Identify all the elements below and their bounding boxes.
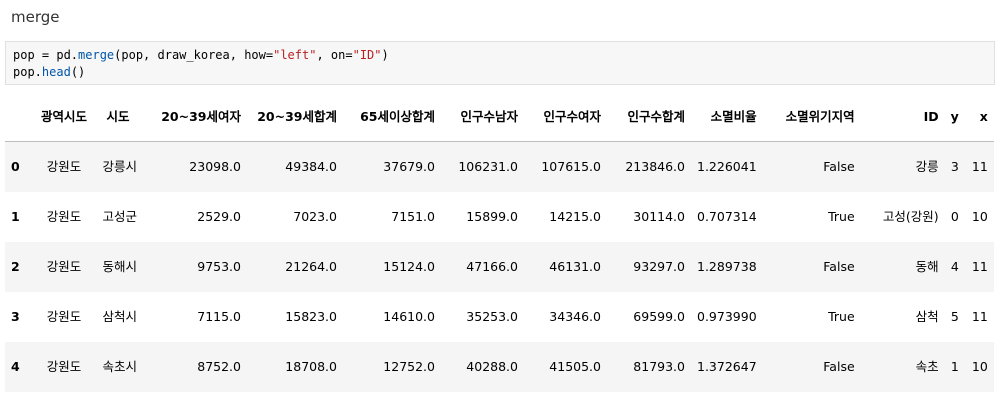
table-cell: 93297.0	[633, 259, 685, 274]
table-cell: 11	[971, 259, 988, 274]
table-cell: 37679.0	[383, 159, 435, 174]
table-cell: 4	[950, 259, 959, 274]
table-cell: 12752.0	[383, 359, 435, 374]
markdown-heading: merge	[11, 8, 60, 26]
column-header: ID	[860, 93, 945, 142]
table-cell: 9753.0	[197, 259, 241, 274]
table-cell: 10	[971, 359, 988, 374]
table-cell: 강릉시	[102, 159, 137, 174]
column-header: 인구수여자	[524, 93, 607, 142]
table-cell: 11	[971, 309, 988, 324]
table-cell: False	[823, 359, 855, 374]
table-cell: 30114.0	[633, 209, 685, 224]
column-header: 20~39세합계	[247, 93, 343, 142]
table-cell: 2529.0	[197, 209, 241, 224]
table-cell: 47166.0	[466, 259, 518, 274]
table-cell: 강원도	[46, 259, 82, 274]
table-cell: 49384.0	[285, 159, 337, 174]
column-header: 소멸위기지역	[762, 93, 861, 142]
column-header: x	[964, 93, 994, 142]
column-header: 소멸비율	[691, 93, 763, 142]
table-cell: 동해시	[102, 259, 137, 274]
table-cell: 동해	[915, 259, 939, 274]
table-cell: False	[823, 159, 855, 174]
table-cell: 81793.0	[633, 359, 685, 374]
table-cell: 14215.0	[549, 209, 601, 224]
row-index: 1	[11, 209, 20, 224]
table-cell: 5	[950, 309, 959, 324]
table-cell: 0.707314	[697, 209, 757, 224]
row-index: 4	[11, 359, 20, 374]
column-header: 인구수합계	[607, 93, 691, 142]
code-cell[interactable]: pop = pd.merge(pop, draw_korea, how="lef…	[5, 41, 995, 85]
column-header	[5, 93, 35, 142]
table-cell: 삼척시	[102, 309, 137, 324]
table-cell: 15823.0	[285, 309, 337, 324]
table-cell: 3	[950, 159, 959, 174]
column-header: 65세이상합계	[343, 93, 441, 142]
table-cell: 0	[950, 209, 959, 224]
table-cell: 18708.0	[285, 359, 337, 374]
table-header-row: 광역시도 시도 20~39세여자 20~39세합계 65세이상합계 인구수남자 인구수여자 인…	[5, 93, 994, 142]
row-index: 2	[11, 259, 20, 274]
table-cell: 213846.0	[625, 159, 685, 174]
table-cell: 강원도	[46, 359, 82, 374]
table-cell: 강원도	[46, 309, 82, 324]
table-cell: 35253.0	[466, 309, 518, 324]
table-cell: 1.226041	[697, 159, 757, 174]
table-row: 3 강원도 삼척시 7115.0 15823.0 14610.0 35253.0 34346.…	[5, 292, 994, 342]
row-index: 3	[11, 309, 20, 324]
table-cell: 고성군	[102, 209, 137, 224]
table-cell: 삼척	[915, 309, 939, 324]
code-line-2: pop.head()	[13, 65, 86, 79]
table-cell: 69599.0	[633, 309, 685, 324]
table-cell: 15124.0	[383, 259, 435, 274]
table-cell: 7151.0	[391, 209, 435, 224]
table-cell: False	[823, 259, 855, 274]
column-header: y	[944, 93, 965, 142]
table-cell: 1.289738	[697, 259, 757, 274]
table-cell: 107615.0	[541, 159, 601, 174]
table-row: 4 강원도 속초시 8752.0 18708.0 12752.0 40288.0 41505.…	[5, 342, 994, 392]
table-cell: 속초시	[102, 359, 137, 374]
table-row: 0 강원도 강릉시 23098.0 49384.0 37679.0 106231.0 1076…	[5, 141, 994, 192]
table-cell: 15899.0	[466, 209, 518, 224]
row-index: 0	[11, 159, 20, 174]
dataframe-output: 광역시도 시도 20~39세여자 20~39세합계 65세이상합계 인구수남자 인구수여자 인…	[5, 93, 994, 392]
code-line-1: pop = pd.merge(pop, draw_korea, how="lef…	[13, 48, 389, 62]
table-row: 2 강원도 동해시 9753.0 21264.0 15124.0 47166.0 46131.…	[5, 242, 994, 292]
table-cell: 강원도	[46, 159, 82, 174]
table-cell: 23098.0	[189, 159, 241, 174]
table-cell: 41505.0	[549, 359, 601, 374]
table-cell: 106231.0	[458, 159, 518, 174]
table-cell: 강릉	[915, 159, 939, 174]
table-cell: 강원도	[46, 209, 82, 224]
table-cell: 21264.0	[285, 259, 337, 274]
table-cell: True	[828, 209, 855, 224]
table-cell: 0.973990	[697, 309, 757, 324]
table-cell: 8752.0	[197, 359, 241, 374]
table-cell: 1.372647	[697, 359, 757, 374]
table-cell: 1	[950, 359, 959, 374]
table-row: 1 강원도 고성군 2529.0 7023.0 7151.0 15899.0 14215.0 3…	[5, 192, 994, 242]
table-cell: 고성(강원)	[882, 209, 939, 224]
table-body: 0 강원도 강릉시 23098.0 49384.0 37679.0 106231.0 1076…	[5, 141, 994, 392]
table-cell: 11	[971, 159, 988, 174]
table-cell: 10	[971, 209, 988, 224]
column-header: 인구수남자	[441, 93, 524, 142]
table-cell: 7023.0	[293, 209, 337, 224]
table-cell: 40288.0	[466, 359, 518, 374]
table-cell: 34346.0	[549, 309, 601, 324]
table-cell: 46131.0	[549, 259, 601, 274]
table-cell: 7115.0	[197, 309, 241, 324]
table-cell: 14610.0	[383, 309, 435, 324]
table-cell: 속초	[915, 359, 939, 374]
table-cell: True	[828, 309, 855, 324]
column-header: 광역시도	[35, 93, 93, 142]
column-header: 20~39세여자	[143, 93, 247, 142]
column-header: 시도	[93, 93, 143, 142]
